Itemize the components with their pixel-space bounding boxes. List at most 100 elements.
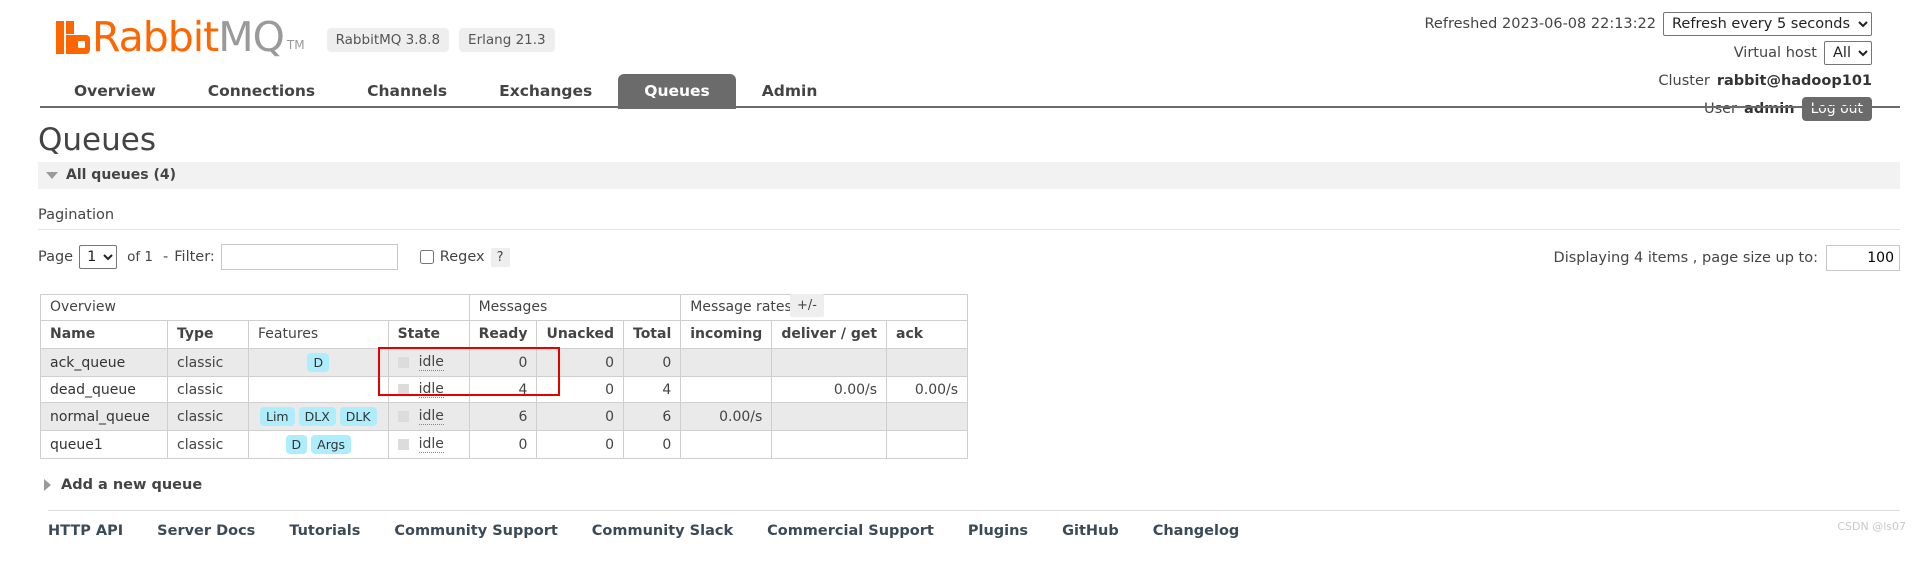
vhost-select[interactable]: All — [1824, 41, 1872, 65]
help-icon[interactable]: ? — [490, 247, 510, 267]
queue-features: D Args — [248, 430, 389, 459]
messages-ready: 0 — [468, 348, 538, 377]
queue-type: classic — [167, 376, 249, 403]
queue-name[interactable]: ack_queue — [40, 348, 168, 377]
footer-link-http-api[interactable]: HTTP API — [48, 523, 123, 539]
cluster-name: rabbit@hadoop101 — [1716, 73, 1872, 89]
queue-type: classic — [167, 348, 249, 377]
regex-checkbox[interactable] — [419, 250, 434, 264]
tab-channels[interactable]: Channels — [341, 74, 473, 109]
rate-deliver-get — [771, 348, 888, 377]
table-row[interactable]: ack_queue classic D idle 0 0 0 — [40, 348, 969, 377]
main-navigation: Overview Connections Channels Exchanges … — [48, 74, 843, 109]
footer-link-community-support[interactable]: Community Support — [394, 523, 557, 539]
queue-state: idle — [387, 376, 470, 403]
cluster-row: Cluster rabbit@hadoop101 — [1425, 69, 1872, 93]
refreshed-timestamp: Refreshed 2023-06-08 22:13:22 — [1424, 16, 1657, 32]
chevron-down-icon — [46, 171, 58, 179]
column-header-ack[interactable]: ack — [886, 320, 969, 349]
page-title: Queues — [38, 122, 156, 158]
rate-deliver-get — [771, 430, 888, 459]
state-swatch-icon — [397, 411, 409, 422]
add-new-queue-label: Add a new queue — [61, 477, 203, 493]
messages-ready: 6 — [468, 402, 538, 431]
feature-tag: D — [307, 353, 330, 372]
queue-name[interactable]: queue1 — [40, 430, 168, 459]
queues-table-container: Overview Messages Message rates Name Typ… — [40, 294, 969, 459]
feature-tag: Lim — [260, 407, 295, 426]
state-text: idle — [418, 408, 444, 425]
page-number-select[interactable]: 1 — [79, 245, 118, 269]
rabbitmq-logo[interactable]: RabbitMQ TM RabbitMQ 3.8.8 Erlang 21.3 — [56, 17, 555, 58]
state-swatch-icon — [397, 357, 409, 368]
footer-link-commercial-support[interactable]: Commercial Support — [767, 523, 934, 539]
queue-state: idle — [387, 348, 470, 377]
page-label: Page — [38, 249, 74, 265]
regex-control: Regex ? — [419, 247, 510, 267]
messages-ready: 4 — [468, 376, 538, 403]
group-header-overview: Overview — [40, 294, 470, 321]
rate-incoming — [680, 348, 773, 377]
table-row[interactable]: dead_queue classic idle 4 0 4 0.00/s 0.0… — [40, 376, 969, 403]
queue-name[interactable]: dead_queue — [40, 376, 168, 403]
feature-tag: D — [285, 435, 308, 454]
column-header-type[interactable]: Type — [167, 320, 249, 349]
footer-link-server-docs[interactable]: Server Docs — [157, 523, 255, 539]
footer-link-plugins[interactable]: Plugins — [968, 523, 1028, 539]
filter-input[interactable] — [220, 244, 398, 270]
column-header-deliver-get[interactable]: deliver / get — [771, 320, 888, 349]
rate-incoming: 0.00/s — [680, 402, 773, 431]
column-header-features[interactable]: Features — [248, 320, 389, 349]
regex-label: Regex — [439, 249, 485, 265]
column-header-ready[interactable]: Ready — [468, 320, 538, 349]
page-size-input[interactable] — [1826, 245, 1900, 271]
rate-ack — [886, 430, 969, 459]
tab-exchanges[interactable]: Exchanges — [473, 74, 618, 109]
rate-deliver-get — [771, 402, 888, 431]
tab-queues[interactable]: Queues — [618, 74, 736, 109]
tab-connections[interactable]: Connections — [182, 74, 341, 109]
refresh-interval-select[interactable]: Refresh every 5 seconds — [1663, 12, 1872, 36]
trademark-mark: TM — [286, 38, 305, 52]
nav-divider — [40, 106, 1900, 108]
cluster-label: Cluster — [1658, 73, 1710, 89]
rate-deliver-get: 0.00/s — [771, 376, 888, 403]
state-text: idle — [418, 354, 444, 371]
table-row[interactable]: queue1 classic D Args idle 0 0 0 — [40, 430, 969, 459]
column-header-name[interactable]: Name — [40, 320, 168, 349]
queue-features: Lim DLX DLK — [248, 402, 389, 431]
footer-link-tutorials[interactable]: Tutorials — [289, 523, 360, 539]
table-row[interactable]: normal_queue classic Lim DLX DLK idle 6 0 … — [40, 402, 969, 431]
column-header-total[interactable]: Total — [622, 320, 682, 349]
state-swatch-icon — [397, 384, 409, 395]
toggle-columns-button[interactable]: +/- — [790, 294, 824, 317]
tab-overview[interactable]: Overview — [48, 74, 182, 109]
footer-link-community-slack[interactable]: Community Slack — [592, 523, 733, 539]
displaying-label: Displaying 4 items , page size up to: — [1553, 250, 1818, 266]
column-header-state[interactable]: State — [387, 320, 470, 349]
feature-tag: Args — [311, 435, 352, 454]
messages-total: 0 — [622, 348, 682, 377]
all-queues-label: All queues (4) — [66, 167, 176, 183]
footer-links: HTTP API Server Docs Tutorials Community… — [48, 523, 1920, 539]
queues-table: Overview Messages Message rates Name Typ… — [40, 294, 969, 459]
rabbitmq-version-pill: RabbitMQ 3.8.8 — [326, 28, 450, 52]
messages-total: 4 — [622, 376, 682, 403]
group-header-message-rates: Message rates — [680, 294, 969, 321]
tab-admin[interactable]: Admin — [736, 74, 844, 109]
footer-link-changelog[interactable]: Changelog — [1153, 523, 1240, 539]
column-header-incoming[interactable]: incoming — [680, 320, 773, 349]
all-queues-section-header[interactable]: All queues (4) — [38, 162, 1900, 189]
queue-name[interactable]: normal_queue — [40, 402, 168, 431]
messages-unacked: 0 — [536, 402, 624, 431]
rate-incoming — [680, 430, 773, 459]
queues-table-body: ack_queue classic D idle 0 0 0 dead_queu… — [40, 348, 969, 459]
state-text: idle — [418, 381, 444, 398]
add-new-queue-section[interactable]: Add a new queue — [44, 477, 1920, 493]
logo-word-mq: MQ — [218, 13, 285, 61]
column-header-row: Name Type Features State Ready Unacked T… — [40, 320, 969, 349]
footer-link-github[interactable]: GitHub — [1062, 523, 1119, 539]
column-header-unacked[interactable]: Unacked — [536, 320, 624, 349]
page-count-label: of 1 — [127, 249, 154, 265]
queue-type: classic — [167, 430, 249, 459]
